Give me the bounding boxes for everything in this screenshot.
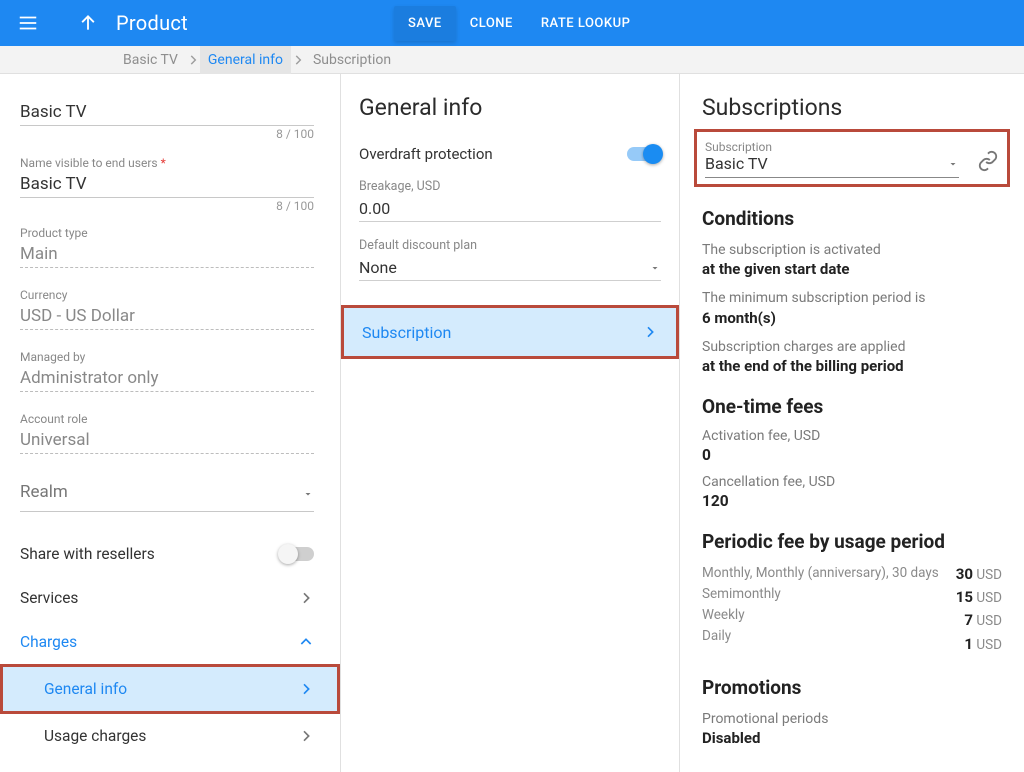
periodic-row-label: Weekly — [702, 605, 939, 626]
discount-plan-label: Default discount plan — [359, 238, 661, 253]
product-sidebar: Basic TV 8 / 100 Name visible to end use… — [0, 74, 340, 772]
menu-icon[interactable] — [16, 11, 40, 35]
conditions-heading: Conditions — [702, 207, 1002, 230]
activation-fee-value: 0 — [702, 446, 1002, 464]
currency-label: Currency — [20, 288, 314, 302]
overdraft-label: Overdraft protection — [359, 145, 493, 163]
periodic-table: Monthly, Monthly (anniversary), 30 days … — [702, 563, 1002, 656]
discount-plan-field[interactable]: Default discount plan None — [341, 238, 679, 281]
name-counter: 8 / 100 — [276, 127, 314, 141]
name-visible-counter: 8 / 100 — [276, 199, 314, 213]
condition-activated-label: The subscription is activated — [702, 240, 1002, 260]
clone-button[interactable]: CLONE — [456, 6, 527, 41]
name-visible-field[interactable]: Name visible to end users * Basic TV 8 /… — [20, 156, 314, 198]
cancellation-fee-label: Cancellation fee, USD — [702, 474, 1002, 490]
overdraft-row: Overdraft protection — [341, 145, 679, 163]
breadcrumb: Basic TV General info Subscription — [0, 46, 1024, 74]
dropdown-icon — [302, 488, 314, 500]
name-visible-value: Basic TV — [20, 174, 314, 197]
general-info-title: General info — [341, 94, 679, 121]
name-field[interactable]: Basic TV 8 / 100 — [20, 102, 314, 126]
subscription-select-value: Basic TV — [705, 154, 768, 173]
activation-fee-label: Activation fee, USD — [702, 428, 1002, 444]
topbar: Product SAVE CLONE RATE LOOKUP — [0, 0, 1024, 46]
page-title: Product — [116, 11, 188, 35]
subscription-nav[interactable]: Subscription — [344, 308, 676, 356]
crumb-general-info[interactable]: General info — [200, 46, 291, 74]
share-resellers-toggle[interactable] — [280, 547, 314, 561]
chevron-up-icon — [298, 634, 314, 650]
periodic-row-amount: 30 — [956, 565, 973, 583]
periodic-row-amount: 1 — [964, 635, 973, 653]
dropdown-icon — [947, 158, 959, 170]
managed-by-value: Administrator only — [20, 368, 314, 391]
product-type-field: Product type Main — [20, 226, 314, 268]
discount-plan-value: None — [359, 258, 397, 277]
promotions-heading: Promotions — [702, 676, 1002, 699]
nav-general-info[interactable]: General info — [3, 667, 337, 711]
chevron-right-icon — [298, 681, 314, 697]
onetime-heading: One-time fees — [702, 395, 1002, 418]
periodic-row-amount: 7 — [964, 611, 973, 629]
managed-by-field: Managed by Administrator only — [20, 350, 314, 392]
product-type-label: Product type — [20, 226, 314, 240]
subscriptions-panel: Subscriptions Subscription Basic TV Cond… — [680, 74, 1024, 772]
save-button[interactable]: SAVE — [394, 6, 456, 41]
condition-min-period-value: 6 month(s) — [702, 309, 1002, 327]
share-resellers-row: Share with resellers — [20, 532, 314, 576]
chevron-right-icon — [291, 53, 305, 67]
dropdown-icon — [649, 262, 661, 274]
breakage-field[interactable]: Breakage, USD 0.00 — [341, 179, 679, 222]
product-type-value: Main — [20, 244, 314, 267]
share-resellers-label: Share with resellers — [20, 545, 155, 563]
condition-min-period-label: The minimum subscription period is — [702, 288, 1002, 308]
crumb-subscription[interactable]: Subscription — [305, 46, 399, 74]
chevron-right-icon — [298, 590, 314, 606]
back-up-icon[interactable] — [76, 11, 100, 35]
nav-usage-charges[interactable]: Usage charges — [20, 714, 314, 758]
periodic-heading: Periodic fee by usage period — [702, 530, 1002, 553]
periodic-row-label: Monthly, Monthly (anniversary), 30 days — [702, 563, 939, 584]
general-info-panel: General info Overdraft protection Breaka… — [340, 74, 680, 772]
chevron-right-icon — [642, 324, 658, 340]
nav-services[interactable]: Services — [20, 576, 314, 620]
managed-by-label: Managed by — [20, 350, 314, 364]
periodic-row-label: Semimonthly — [702, 584, 939, 605]
periodic-row-label: Daily — [702, 626, 939, 647]
nav-charges[interactable]: Charges — [20, 620, 314, 664]
currency-field: Currency USD - US Dollar — [20, 288, 314, 330]
chevron-right-icon — [298, 728, 314, 744]
name-value: Basic TV — [20, 102, 314, 125]
link-icon[interactable] — [977, 150, 999, 178]
breakage-value: 0.00 — [359, 199, 390, 218]
cancellation-fee-value: 120 — [702, 492, 1002, 510]
currency-value: USD - US Dollar — [20, 306, 314, 329]
realm-label: Realm — [20, 482, 68, 505]
realm-field[interactable]: Realm — [20, 482, 314, 512]
account-role-field: Account role Universal — [20, 412, 314, 454]
breakage-label: Breakage, USD — [359, 179, 661, 194]
name-visible-label: Name visible to end users — [20, 156, 158, 170]
subscriptions-title: Subscriptions — [702, 94, 1002, 121]
condition-activated-value: at the given start date — [702, 260, 1002, 278]
promo-periods-value: Disabled — [702, 729, 1002, 747]
subscription-select-label: Subscription — [705, 140, 959, 154]
subscription-select[interactable]: Subscription Basic TV — [705, 138, 959, 178]
rate-lookup-button[interactable]: RATE LOOKUP — [527, 6, 645, 41]
overdraft-toggle[interactable] — [627, 147, 661, 161]
promo-periods-label: Promotional periods — [702, 709, 1002, 729]
account-role-value: Universal — [20, 430, 314, 453]
periodic-row-amount: 15 — [956, 588, 973, 606]
account-role-label: Account role — [20, 412, 314, 426]
condition-charges-value: at the end of the billing period — [702, 357, 1002, 375]
crumb-basic-tv[interactable]: Basic TV — [115, 46, 186, 74]
chevron-right-icon — [186, 53, 200, 67]
condition-charges-label: Subscription charges are applied — [702, 337, 1002, 357]
